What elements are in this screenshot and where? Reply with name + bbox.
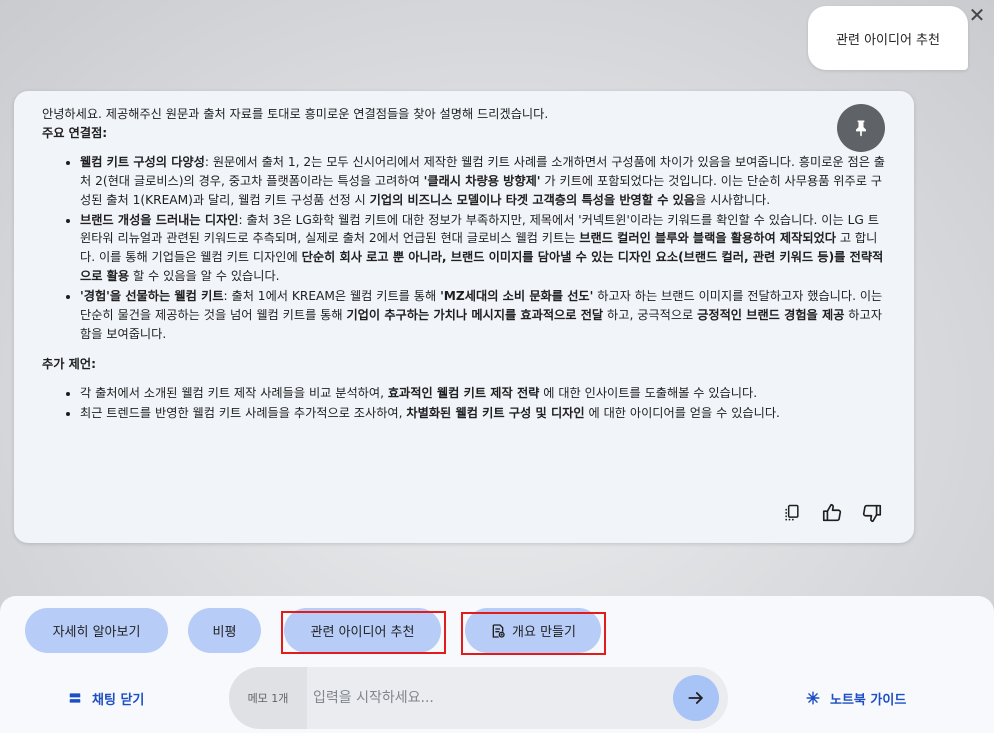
bold-text: 브랜드 컬러인 블루와 블랙을 활용하여 제작되었다 — [579, 231, 836, 246]
list-item: 각 출처에서 소개된 웰컴 키트 제작 사례들을 비교 분석하여, 효과적인 웰… — [80, 384, 886, 403]
close-chat-button[interactable]: 채팅 닫기 — [68, 686, 144, 710]
memo-count-label: 메모 1개 — [247, 692, 289, 705]
text: 하고, 궁극적으로 — [603, 308, 698, 323]
text: 에 대한 아이디어를 얻을 수 있습니다. — [584, 405, 780, 420]
text: 할 수 있음을 알 수 있습니다. — [129, 269, 280, 284]
copy-icon — [785, 504, 799, 521]
thumbs-up-icon — [822, 503, 842, 522]
close-icon[interactable]: ✕ — [966, 4, 988, 26]
chip-label: 개요 만들기 — [512, 625, 576, 640]
pin-icon — [856, 120, 866, 137]
user-message-text: 관련 아이디어 추천 — [836, 32, 940, 48]
learn-more-chip[interactable]: 자세히 알아보기 — [25, 608, 168, 653]
bold-text: '경험'을 선물하는 웰컴 키트 — [80, 289, 224, 304]
close-chat-label: 채팅 닫기 — [92, 692, 145, 708]
bold-text: '클래시 차량용 방향제' — [423, 173, 541, 188]
critique-chip[interactable]: 비평 — [188, 608, 261, 653]
bold-text: 'MZ세대의 소비 문화를 선도' — [440, 289, 594, 304]
chip-label: 관련 아이디어 추천 — [310, 625, 415, 640]
bold-text: 효과적인 웰컴 키트 제작 전략 — [387, 385, 540, 400]
chat-panel-icon — [69, 693, 81, 703]
main-connections-list: 웰컴 키트 구성의 다양성: 원문에서 출처 1, 2는 모두 신시어리에서 제… — [42, 153, 886, 344]
chat-input[interactable] — [313, 683, 663, 713]
notebook-guide-button[interactable]: 노트북 가이드 — [806, 686, 906, 710]
bold-text: 긍정적인 브랜드 경험을 제공 — [697, 308, 845, 323]
suggestions-list: 각 출처에서 소개된 웰컴 키트 제작 사례들을 비교 분석하여, 효과적인 웰… — [42, 384, 886, 423]
section-title-main-connections: 주요 연결점: — [42, 125, 108, 140]
related-ideas-chip[interactable]: 관련 아이디어 추천 — [284, 608, 441, 653]
text: 각 출처에서 소개된 웰컴 키트 제작 사례들을 비교 분석하여, — [80, 385, 388, 400]
thumbs-down-button[interactable] — [860, 501, 884, 525]
copy-button[interactable] — [780, 501, 804, 525]
text: : 출처 1에서 KREAM은 웰컴 키트를 통해 — [223, 289, 441, 304]
thumbs-down-icon — [862, 504, 882, 523]
pin-button[interactable] — [837, 104, 885, 152]
bold-text: 브랜드 개성을 드러내는 디자인 — [80, 212, 239, 227]
bold-text: 웰컴 키트 구성의 다양성 — [80, 154, 205, 169]
list-item: '경험'을 선물하는 웰컴 키트: 출처 1에서 KREAM은 웰컴 키트를 통… — [80, 287, 886, 344]
bold-text: 차별화된 웰컴 키트 구성 및 디자인 — [406, 405, 585, 420]
notebook-guide-label: 노트북 가이드 — [830, 692, 907, 708]
arrow-right-icon — [688, 692, 703, 704]
bold-text: 기업의 비즈니스 모델이나 타겟 고객층의 특성을 반영할 수 있음 — [369, 192, 696, 207]
send-button[interactable] — [673, 675, 719, 721]
response-card: 안녕하세요. 제공해주신 원문과 출처 자료를 토대로 흥미로운 연결점들을 찾… — [14, 91, 914, 543]
document-add-icon — [492, 623, 505, 638]
text: 최근 트렌드를 반영한 웰컴 키트 사례들을 추가적으로 조사하여, — [80, 405, 407, 420]
chip-label: 비평 — [212, 625, 237, 640]
list-item: 웰컴 키트 구성의 다양성: 원문에서 출처 1, 2는 모두 신시어리에서 제… — [80, 153, 886, 210]
section-title-suggestions: 추가 제언: — [42, 356, 96, 371]
chat-input-bar: 메모 1개 — [229, 667, 728, 729]
user-message-bubble: 관련 아이디어 추천 — [808, 6, 968, 70]
bold-text: 기업이 추구하는 가치나 메시지를 효과적으로 전달 — [346, 308, 604, 323]
chip-label: 자세히 알아보기 — [52, 625, 141, 640]
memo-count-badge[interactable]: 메모 1개 — [229, 667, 307, 729]
thumbs-up-button[interactable] — [820, 501, 844, 525]
response-actions — [780, 501, 884, 525]
response-intro: 안녕하세요. 제공해주신 원문과 출처 자료를 토대로 흥미로운 연결점들을 찾… — [42, 107, 549, 121]
list-item: 최근 트렌드를 반영한 웰컴 키트 사례들을 추가적으로 조사하여, 차별화된 … — [80, 404, 886, 423]
text: 에 대한 인사이트를 도출해볼 수 있습니다. — [539, 385, 758, 400]
outline-chip[interactable]: 개요 만들기 — [465, 608, 601, 653]
sparkle-icon — [806, 691, 820, 705]
list-item: 브랜드 개성을 드러내는 디자인: 출처 3은 LG화학 웰컴 키트에 대한 정… — [80, 211, 886, 287]
text: 을 시사합니다. — [695, 192, 771, 207]
